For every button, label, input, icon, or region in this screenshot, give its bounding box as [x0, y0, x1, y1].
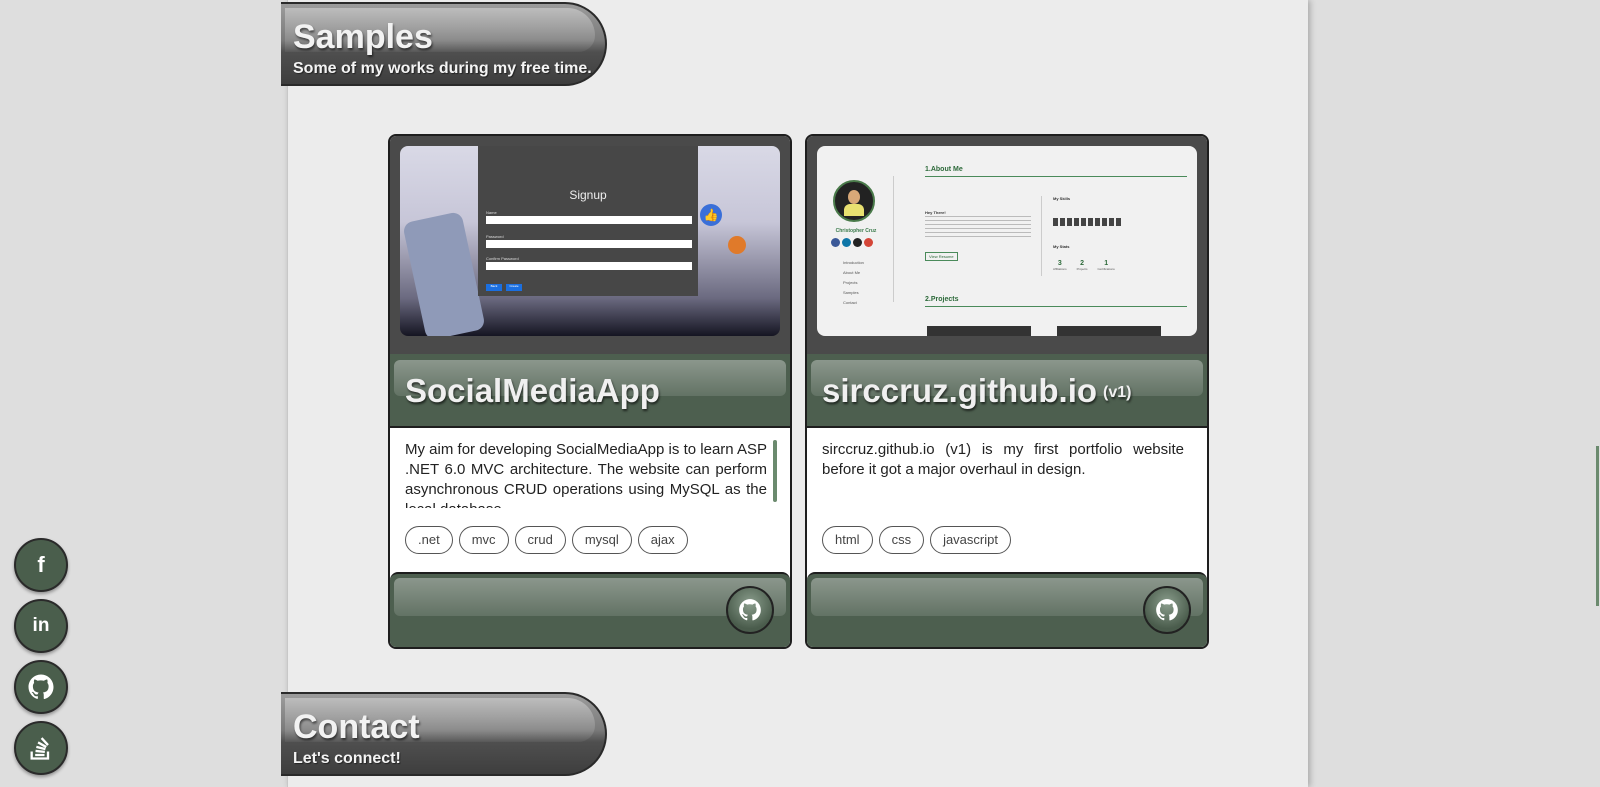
github-link-button[interactable] — [1143, 586, 1191, 634]
tag-list: html css javascript — [822, 526, 1011, 554]
linkedin-button[interactable]: in — [14, 599, 68, 653]
tag: javascript — [930, 526, 1011, 554]
project-screenshot[interactable]: 👍 Signup Name Password Confirm Password … — [400, 146, 780, 336]
card-title: SocialMediaApp — [405, 372, 660, 410]
like-icon: 👍 — [700, 204, 722, 226]
samples-section-header: Samples Some of my works during my free … — [281, 2, 607, 86]
stackoverflow-icon — [30, 737, 50, 760]
card-preview-area: 👍 Signup Name Password Confirm Password … — [390, 136, 790, 354]
linkedin-icon: in — [32, 615, 50, 636]
stats-heading: My Stats — [1053, 244, 1070, 249]
card-footer — [390, 572, 790, 647]
card-title: sirccruz.github.io (v1) — [822, 372, 1131, 410]
card-description: My aim for developing SocialMediaApp is … — [405, 441, 767, 508]
project-card-socialmediaapp: 👍 Signup Name Password Confirm Password … — [388, 134, 792, 649]
tag: mysql — [571, 526, 632, 554]
github-icon — [739, 599, 761, 621]
project-card-portfolio-v1: Christopher Cruz Introduction About Me P… — [805, 134, 1209, 649]
tag: css — [878, 526, 925, 554]
signup-modal-preview: Signup Name Password Confirm Password Ba… — [478, 146, 698, 296]
tag: html — [822, 526, 873, 554]
field-label-name: Name — [486, 210, 497, 215]
card-footer — [807, 572, 1207, 647]
stats-row: 3 Affiliations 2 Projects 1 Certifications — [1053, 260, 1115, 271]
greeting-text: Hey There! — [925, 210, 946, 215]
card-title-bar: SocialMediaApp — [390, 354, 790, 428]
password-field-preview — [486, 240, 692, 248]
name-field-preview — [486, 216, 692, 224]
field-label-password: Password — [486, 234, 504, 239]
projects-heading: 2.Projects — [925, 296, 959, 303]
card-preview-area: Christopher Cruz Introduction About Me P… — [807, 136, 1207, 354]
avatar — [833, 180, 875, 222]
samples-title: Samples — [293, 18, 433, 56]
card-title-text: sirccruz.github.io — [822, 372, 1098, 409]
card-title-text: SocialMediaApp — [405, 372, 660, 409]
facebook-icon: f — [37, 552, 45, 577]
page-scrollbar[interactable] — [1596, 446, 1599, 606]
profile-social-icons — [831, 238, 873, 247]
card-title-bar: sirccruz.github.io (v1) — [807, 354, 1207, 428]
samples-subtitle: Some of my works during my free time. — [293, 60, 592, 77]
card-description: sirccruz.github.io (v1) is my first port… — [822, 441, 1184, 478]
project-screenshot[interactable]: Christopher Cruz Introduction About Me P… — [817, 146, 1197, 336]
tag-list: .net mvc crud mysql ajax — [405, 526, 688, 554]
github-icon — [1156, 599, 1178, 621]
contact-title: Contact — [293, 708, 420, 746]
skills-icons — [1053, 218, 1123, 226]
preview-nav: Introduction About Me Projects Samples C… — [843, 260, 864, 305]
tag: crud — [514, 526, 566, 554]
create-button-preview: Create — [506, 284, 522, 291]
back-button-preview: Back — [486, 284, 502, 291]
contact-section-header: Contact Let's connect! — [281, 692, 607, 776]
resume-button-preview: View Resume — [925, 252, 958, 261]
skills-heading: My Skills — [1053, 196, 1071, 201]
github-icon — [28, 674, 54, 700]
stackoverflow-button[interactable] — [14, 721, 68, 775]
tag: mvc — [458, 526, 509, 554]
facebook-button[interactable]: f — [14, 538, 68, 592]
tag: ajax — [637, 526, 688, 554]
description-scrollbar[interactable] — [773, 440, 777, 502]
github-social-button[interactable] — [14, 660, 68, 714]
reaction-icon — [728, 236, 746, 254]
confirm-field-preview — [486, 262, 692, 270]
phone-illustration — [402, 211, 486, 336]
about-text-lines — [925, 216, 1031, 240]
card-version: (v1) — [1103, 384, 1132, 402]
about-heading: 1.About Me — [925, 166, 963, 173]
signup-heading: Signup — [569, 188, 607, 202]
profile-name: Christopher Cruz — [835, 228, 877, 234]
github-link-button[interactable] — [726, 586, 774, 634]
tag: .net — [405, 526, 453, 554]
field-label-confirm: Confirm Password — [486, 256, 519, 261]
contact-subtitle: Let's connect! — [293, 750, 401, 767]
